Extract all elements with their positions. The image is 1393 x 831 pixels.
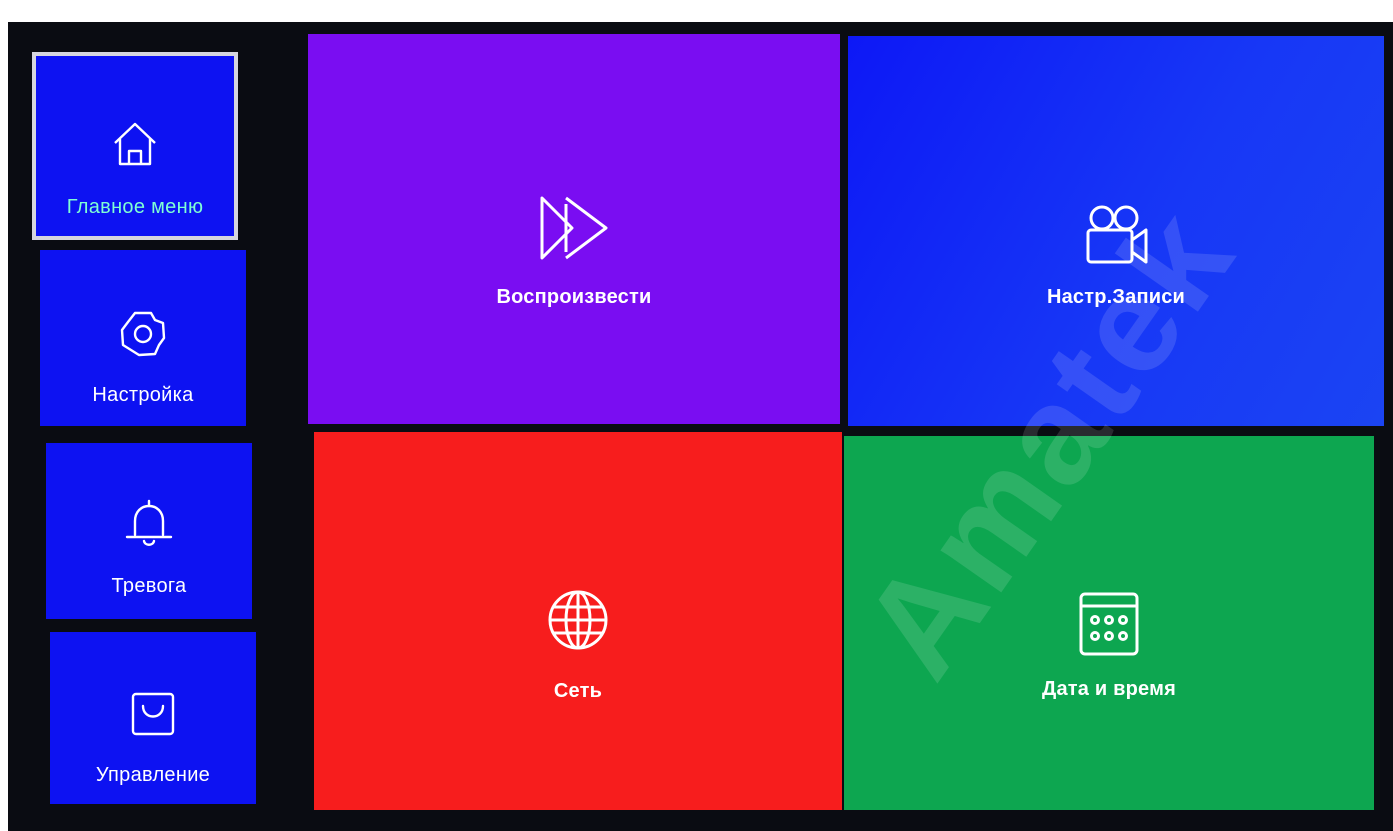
tile-label: Воспроизвести: [496, 286, 652, 308]
sidebar-item-label: Настройка: [92, 384, 194, 406]
sidebar-item-label: Тревога: [111, 575, 187, 597]
sidebar-item-label: Управление: [95, 764, 211, 786]
sidebar-item-alarm[interactable]: Тревога: [46, 443, 252, 619]
sidebar-item-label: Главное меню: [66, 196, 204, 218]
calendar-icon: [1071, 586, 1147, 662]
bell-icon: [123, 497, 175, 549]
sidebar-item-management[interactable]: Управление: [50, 632, 256, 804]
tile-network[interactable]: Сеть: [314, 432, 842, 810]
fast-forward-icon: [536, 190, 612, 266]
sidebar-item-main-menu[interactable]: Главное меню: [32, 52, 238, 240]
globe-icon: [540, 582, 616, 658]
tile-label: Настр.Записи: [1046, 286, 1186, 308]
tile-label: Дата и время: [1042, 678, 1176, 700]
shopping-bag-icon: [127, 688, 179, 740]
dvr-main-menu-screen: Главное меню Настройка Тревога Управлени…: [8, 22, 1393, 831]
home-icon: [109, 118, 161, 170]
tile-playback[interactable]: Воспроизвести: [308, 34, 840, 424]
tile-label: Сеть: [553, 680, 603, 702]
sidebar-item-settings[interactable]: Настройка: [40, 250, 246, 426]
tile-date-time[interactable]: Дата и время: [844, 436, 1374, 810]
video-camera-icon: [1078, 198, 1154, 274]
gear-icon: [117, 308, 169, 360]
tile-record-settings[interactable]: Настр.Записи: [848, 36, 1384, 426]
